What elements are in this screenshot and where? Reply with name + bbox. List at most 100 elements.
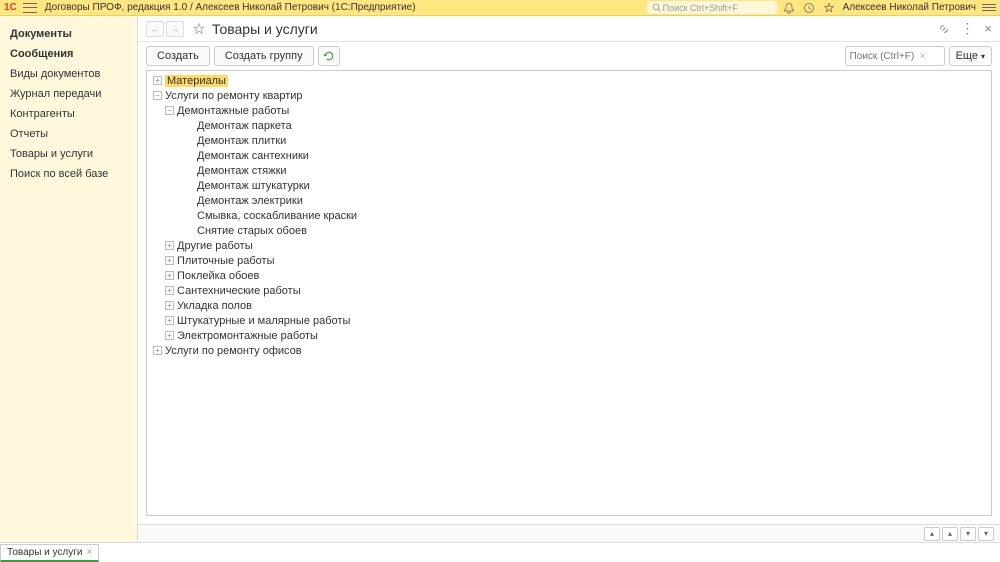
scroll-top-button[interactable]: ▴ [924,527,940,541]
tree-item-label: Услуги по ремонту квартир [165,90,303,102]
tree-item-label: Электромонтажные работы [177,330,318,342]
tree-spacer [185,166,194,175]
scroll-bottom-button[interactable]: ▾ [978,527,994,541]
current-user[interactable]: Алексеев Николай Петрович [843,2,976,13]
tree-item-label: Снятие старых обоев [197,225,307,237]
more-button[interactable]: Еще ▾ [949,46,992,66]
sidebar-item[interactable]: Контрагенты [0,104,137,124]
tree-item[interactable]: Услуги по ремонту офисов [147,343,991,358]
tree-expander-icon[interactable] [153,91,162,100]
tree-item[interactable]: Демонтаж электрики [147,193,991,208]
create-button[interactable]: Создать [146,46,210,66]
tree-item[interactable]: Смывка, соскабливание краски [147,208,991,223]
tree-item[interactable]: Демонтаж паркета [147,118,991,133]
favorite-star-icon[interactable] [192,22,206,36]
search-icon [652,3,661,12]
scroll-down-button[interactable]: ▾ [960,527,976,541]
tree-item[interactable]: Демонтаж плитки [147,133,991,148]
tree-view[interactable]: Материалы Услуги по ремонту квартир Демонт… [146,70,992,516]
menu-icon[interactable] [23,3,37,13]
tree-item-label: Демонтаж электрики [197,195,303,207]
page-title: Товары и услуги [212,21,318,37]
tab-bar: Товары и услуги × [0,542,1000,562]
tree-item[interactable]: Штукатурные и малярные работы [147,313,991,328]
bell-icon[interactable] [783,2,795,14]
tree-item-label: Материалы [165,75,228,87]
list-search-input[interactable] [850,51,920,62]
more-button-label: Еще [956,50,978,62]
more-menu-icon[interactable]: ⋮ [960,20,974,37]
tree-item[interactable]: Демонтаж штукатурки [147,178,991,193]
tree-item-label: Демонтаж стяжки [197,165,287,177]
nav-forward-button[interactable]: → [166,21,184,37]
sidebar-item[interactable]: Товары и услуги [0,144,137,164]
create-group-button[interactable]: Создать группу [214,46,314,66]
tree-expander-icon[interactable] [165,241,174,250]
tree-expander-icon[interactable] [165,316,174,325]
clear-search-icon[interactable]: × [920,51,926,62]
tree-spacer [185,121,194,130]
tree-item-label: Смывка, соскабливание краски [197,210,357,222]
tree-item[interactable]: Электромонтажные работы [147,328,991,343]
page-header: ← → Товары и услуги ⋮ × [138,16,1000,42]
tree-item-label: Демонтаж плитки [197,135,286,147]
link-icon[interactable] [938,23,950,35]
tree-spacer [185,181,194,190]
tree-expander-icon[interactable] [165,256,174,265]
history-icon[interactable] [803,2,815,14]
tree-item[interactable]: Укладка полов [147,298,991,313]
tree-item[interactable]: Другие работы [147,238,991,253]
tree-expander-icon[interactable] [153,346,162,355]
sidebar-item[interactable]: Документы [0,24,137,44]
tree-item-label: Плиточные работы [177,255,275,267]
tree-expander-icon[interactable] [165,331,174,340]
tree-expander-icon[interactable] [165,106,174,115]
tree-item[interactable]: Снятие старых обоев [147,223,991,238]
sidebar-item[interactable]: Виды документов [0,64,137,84]
tree-item-label: Демонтаж паркета [197,120,292,132]
tree-item[interactable]: Демонтаж стяжки [147,163,991,178]
tree-item-label: Поклейка обоев [177,270,259,282]
settings-menu-icon[interactable] [982,4,996,11]
tree-item[interactable]: Поклейка обоев [147,268,991,283]
sidebar-item[interactable]: Отчеты [0,124,137,144]
sidebar-item[interactable]: Сообщения [0,44,137,64]
tab-goods-services[interactable]: Товары и услуги × [0,544,99,562]
list-search[interactable]: × [845,46,945,66]
refresh-button[interactable] [318,46,340,66]
global-search[interactable]: Поиск Ctrl+Shift+F [647,1,777,14]
star-icon[interactable] [823,2,835,14]
tree-item-label: Услуги по ремонту офисов [165,345,302,357]
sidebar-item[interactable]: Журнал передачи [0,84,137,104]
chevron-down-icon: ▾ [981,52,985,61]
tab-label: Товары и услуги [7,547,83,558]
title-bar: 1C Договоры ПРОФ, редакция 1.0 / Алексее… [0,0,1000,16]
tree-item-label: Штукатурные и малярные работы [177,315,350,327]
close-icon[interactable]: × [984,21,992,36]
tree-item-label: Демонтаж сантехники [197,150,309,162]
tree-expander-icon[interactable] [153,76,162,85]
tree-item-label: Другие работы [177,240,253,252]
sidebar: ДокументыСообщенияВиды документовЖурнал … [0,16,137,542]
tree-item[interactable]: Демонтаж сантехники [147,148,991,163]
scroll-up-button[interactable]: ▴ [942,527,958,541]
sidebar-item[interactable]: Поиск по всей базе [0,164,137,184]
tree-expander-icon[interactable] [165,271,174,280]
tree-spacer [185,136,194,145]
tree-item[interactable]: Сантехнические работы [147,283,991,298]
tree-item[interactable]: Демонтажные работы [147,103,991,118]
tree-spacer [185,226,194,235]
tree-expander-icon[interactable] [165,286,174,295]
tree-item-label: Демонтаж штукатурки [197,180,310,192]
tree-item-label: Сантехнические работы [177,285,301,297]
tree-item[interactable]: Плиточные работы [147,253,991,268]
nav-back-button[interactable]: ← [146,21,164,37]
toolbar: Создать Создать группу × Еще ▾ [138,42,1000,70]
refresh-icon [323,50,335,62]
tree-item[interactable]: Услуги по ремонту квартир [147,88,991,103]
tab-close-icon[interactable]: × [87,547,93,558]
tree-expander-icon[interactable] [165,301,174,310]
tree-spacer [185,211,194,220]
tree-item[interactable]: Материалы [147,73,991,88]
tree-item-label: Демонтажные работы [177,105,289,117]
